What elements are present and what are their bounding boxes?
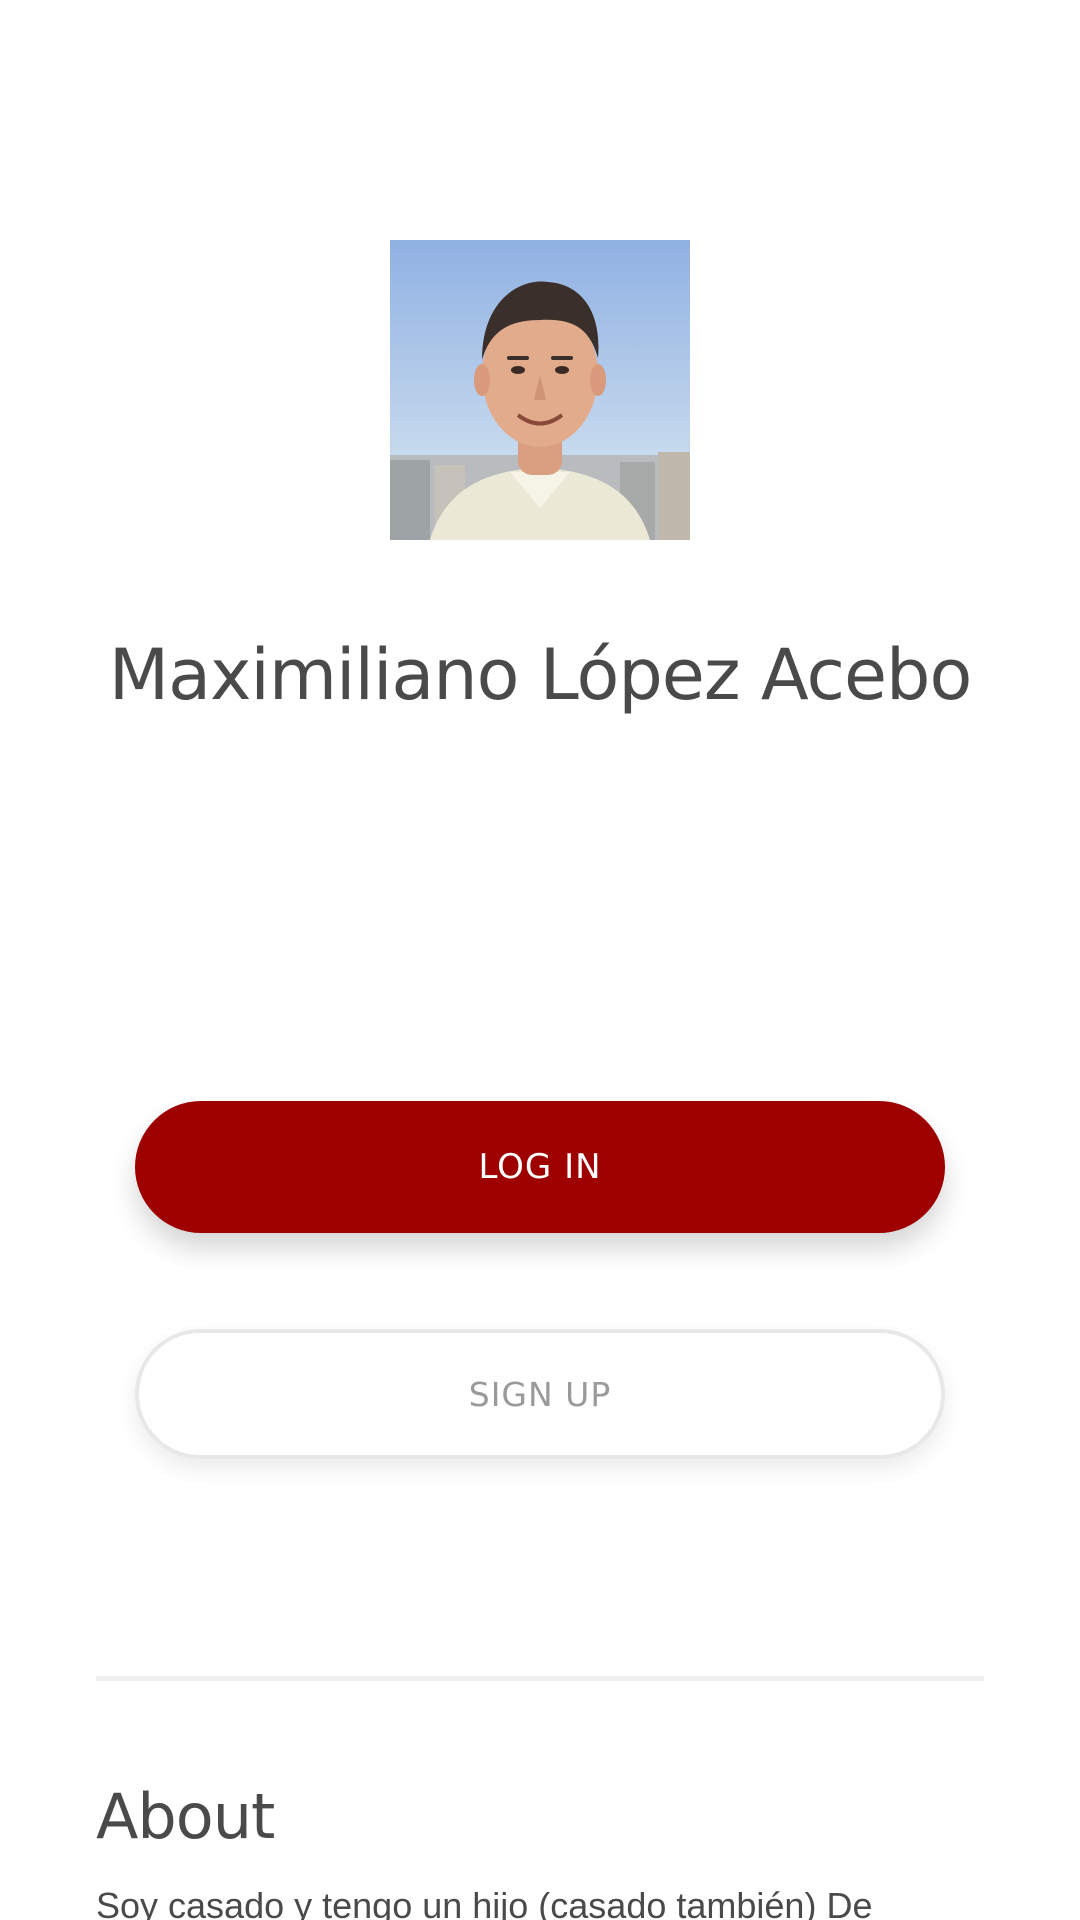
divider	[96, 1676, 984, 1681]
profile-photo	[390, 240, 690, 540]
about-text: Soy casado y tengo un hijo (casado tambi…	[96, 1885, 873, 1920]
profile-page: Maximiliano López Acebo LOG IN SIGN UP A…	[0, 0, 1080, 1920]
signup-button[interactable]: SIGN UP	[135, 1329, 945, 1459]
about-title: About	[96, 1780, 275, 1853]
login-button[interactable]: LOG IN	[135, 1101, 945, 1233]
profile-name: Maximiliano López Acebo	[108, 634, 973, 716]
avatar	[390, 240, 690, 540]
